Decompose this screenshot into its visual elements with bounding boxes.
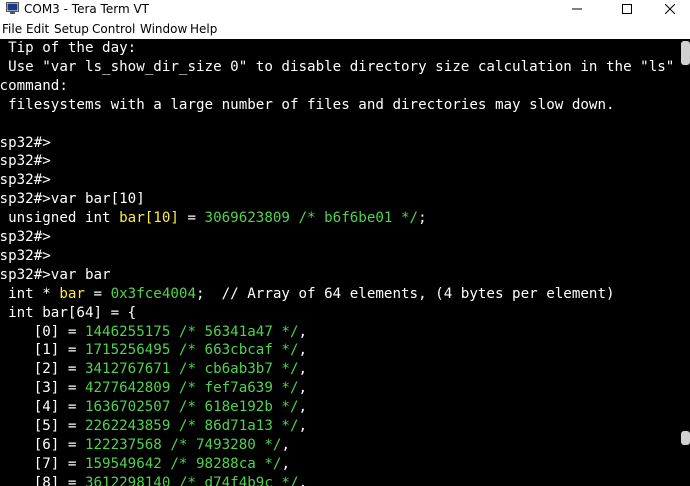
menu-window[interactable]: Window — [140, 21, 187, 37]
terminal-text: % [6] = — [0, 436, 85, 453]
vertical-scrollbar[interactable] — [680, 39, 690, 486]
terminal-line: % filesystems with a large number of fil… — [0, 96, 615, 115]
terminal-line: % [4] = 1636702507 /* 618e192b */, — [0, 398, 307, 417]
terminal-text: esp32#> — [0, 134, 51, 151]
value-text: 122237568 /* 7493280 */ — [84, 436, 282, 453]
terminal-line: esp32#>var bar — [0, 266, 111, 285]
title-bar: COM3 - Tera Term VT — [0, 0, 690, 18]
menu-bar: File Edit Setup Control Window Help — [0, 18, 690, 39]
terminal-text: , — [281, 436, 290, 453]
identifier-text: bar — [59, 285, 85, 302]
terminal-line: esp32#>var bar[10] — [0, 190, 145, 209]
terminal-text: , — [298, 342, 308, 359]
value-text: 3612298140 /* d74f4b9c */ — [84, 474, 299, 486]
terminal-text: % [7] = — [0, 455, 85, 472]
terminal-text: esp32#> — [0, 229, 51, 245]
terminal-text: , — [298, 361, 308, 378]
terminal-text: command: — [0, 77, 68, 94]
terminal-line: % [7] = 159549642 /* 98288ca */, — [0, 455, 290, 474]
terminal-text: , — [298, 474, 308, 486]
terminal-line: esp32#> — [0, 228, 51, 247]
scrollbar-thumb[interactable] — [681, 41, 690, 65]
terminal-text: , — [281, 455, 290, 472]
terminal-text: = — [84, 285, 111, 302]
terminal-line: % int * bar = 0x3fce4004; // Array of 64… — [0, 285, 615, 304]
value-text: 3412767671 /* cb6ab3b7 */ — [84, 361, 299, 378]
minimize-button[interactable] — [554, 0, 600, 18]
terminal-line: % [3] = 4277642809 /* fef7a639 */, — [0, 379, 307, 398]
menu-control[interactable]: Control — [92, 21, 135, 37]
terminal-text: % [4] = — [0, 399, 85, 416]
terminal-text: % [1] = — [0, 342, 85, 359]
value-text: 3069623809 /* b6f6be01 */ — [204, 210, 419, 227]
terminal-text: ; — [418, 210, 427, 227]
terminal-text: % [3] = — [0, 380, 85, 397]
terminal-text: esp32#> — [0, 172, 51, 189]
terminal-line: % Tip of the day: — [0, 39, 136, 58]
terminal-text: % Tip of the day: — [0, 40, 137, 56]
terminal-text: esp32#>var bar[10] — [0, 191, 145, 208]
maximize-button[interactable] — [604, 0, 650, 18]
terminal-text: % Use "var ls_show_dir_size 0" to disabl… — [0, 58, 675, 75]
menu-help[interactable]: Help — [190, 21, 217, 37]
maximize-icon — [622, 4, 632, 14]
value-text: 1715256495 /* 663cbcaf */ — [84, 342, 299, 359]
terminal-line: % [5] = 2262243859 /* 86d71a13 */, — [0, 417, 307, 436]
close-button[interactable] — [650, 0, 690, 18]
identifier-text: bar[10] — [119, 210, 179, 227]
terminal-line: command: — [0, 77, 68, 96]
terminal-line: % unsigned int bar[10] = 3069623809 /* b… — [0, 209, 427, 228]
menu-setup[interactable]: Setup — [54, 21, 89, 37]
terminal-text: = — [178, 210, 205, 227]
terminal-line: % [2] = 3412767671 /* cb6ab3b7 */, — [0, 360, 307, 379]
terminal-text: % int bar[64] = { — [0, 304, 137, 321]
terminal-line: esp32#> — [0, 171, 51, 190]
terminal-text: % [5] = — [0, 418, 85, 434]
terminal-line: % [6] = 122237568 /* 7493280 */, — [0, 436, 290, 455]
value-text: 1446255175 /* 56341a47 */ — [84, 323, 299, 340]
terminal-text: % [0] = — [0, 323, 85, 340]
terminal-output[interactable]: % Tip of the day: % Use "var ls_show_dir_… — [0, 39, 680, 486]
value-text: 1636702507 /* 618e192b */ — [84, 399, 299, 416]
terminal-text: % [2] = — [0, 361, 85, 378]
terminal-text: esp32#> — [0, 153, 51, 170]
terminal-line: % Use "var ls_show_dir_size 0" to disabl… — [0, 58, 674, 77]
menu-edit[interactable]: Edit — [26, 21, 49, 37]
value-text: 2262243859 /* 86d71a13 */ — [84, 418, 299, 434]
window-title: COM3 - Tera Term VT — [24, 2, 149, 16]
terminal-line: % [1] = 1715256495 /* 663cbcaf */, — [0, 341, 307, 360]
terminal-text: , — [298, 418, 308, 434]
minimize-icon — [572, 8, 582, 10]
terminal-line: esp32#> — [0, 134, 51, 153]
terminal-line: esp32#> — [0, 152, 51, 171]
value-text: 4277642809 /* fef7a639 */ — [84, 380, 299, 397]
scrollbar-arrow-down[interactable] — [681, 431, 690, 445]
terminal-text: esp32#>var bar — [0, 266, 111, 283]
terminal-text: % unsigned int — [0, 210, 120, 227]
terminal-text: % [8] = — [0, 474, 85, 486]
terminal-text: ; // Array of 64 elements, (4 bytes per … — [196, 285, 615, 302]
terminal-text: % filesystems with a large number of fil… — [0, 96, 615, 113]
terminal-text: , — [298, 323, 308, 340]
terminal-line: % [0] = 1446255175 /* 56341a47 */, — [0, 323, 307, 342]
tera-term-app-icon — [6, 2, 19, 14]
terminal-line: % int bar[64] = { — [0, 304, 136, 323]
terminal-text: esp32#> — [0, 247, 51, 264]
close-icon — [665, 4, 675, 14]
terminal-line: esp32#> — [0, 247, 51, 266]
value-text: 159549642 /* 98288ca */ — [84, 455, 282, 472]
terminal-text: % int * — [8, 285, 51, 302]
value-text: 0x3fce4004 — [110, 285, 197, 302]
menu-file[interactable]: File — [2, 21, 22, 37]
terminal-text: , — [298, 399, 308, 416]
terminal-line: % [8] = 3612298140 /* d74f4b9c */, — [0, 474, 307, 486]
terminal-text: , — [298, 380, 308, 397]
